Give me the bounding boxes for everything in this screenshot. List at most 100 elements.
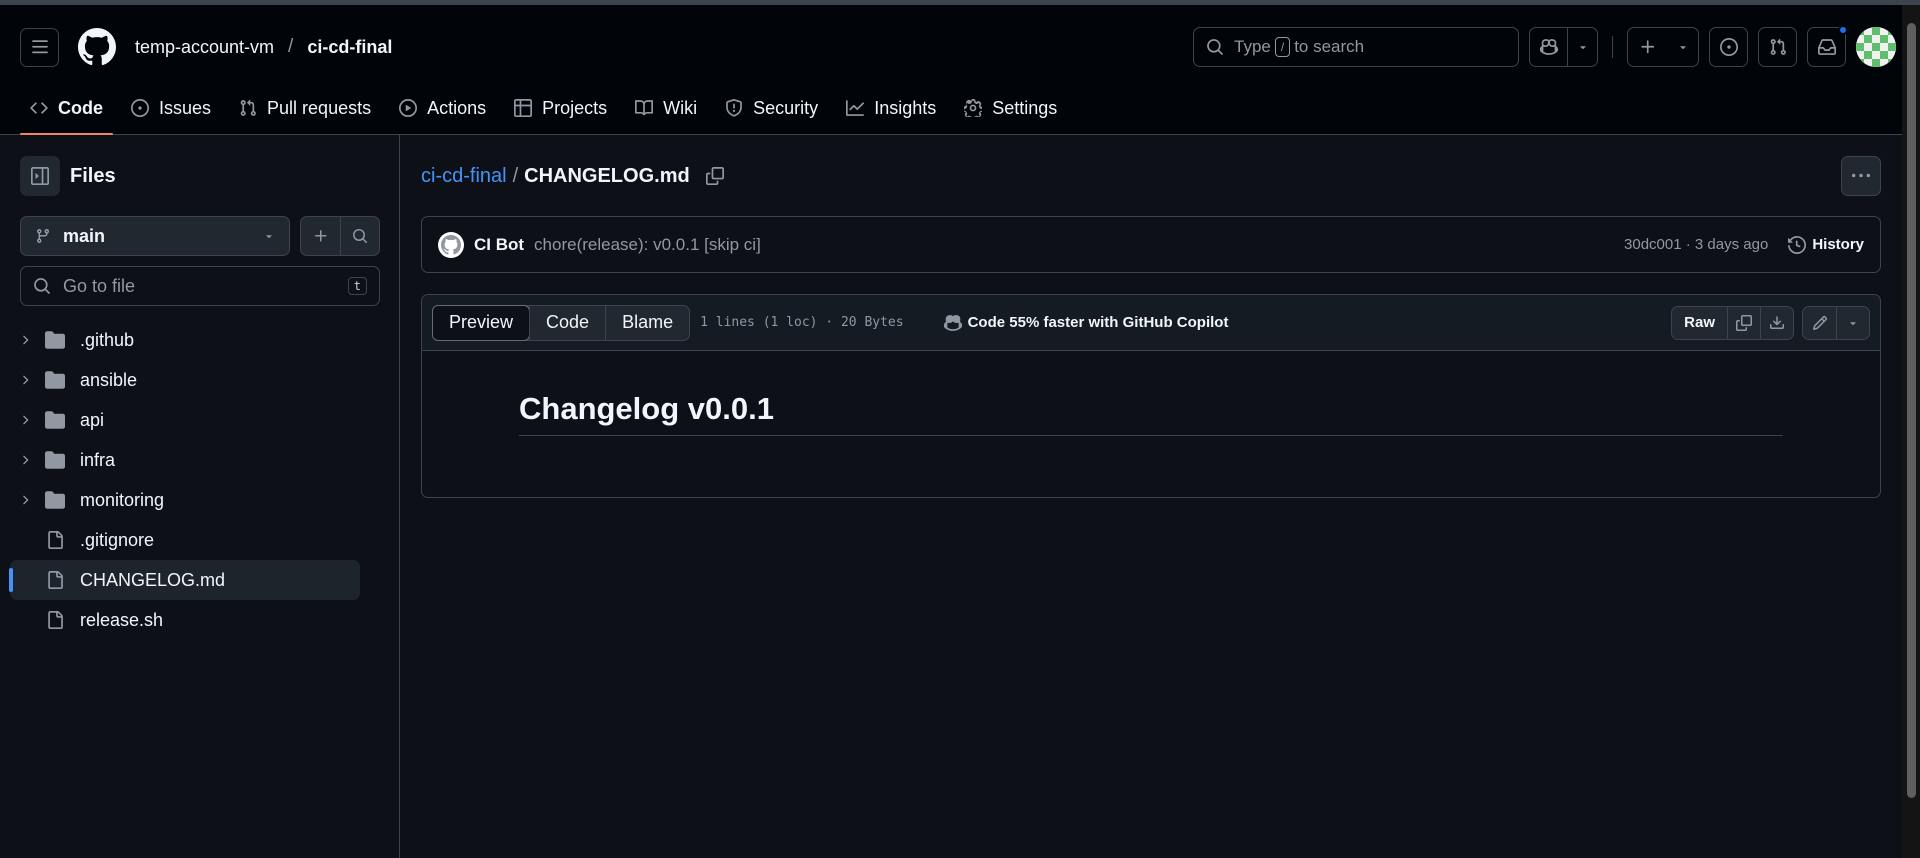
tree-item-api[interactable]: api (10, 400, 360, 440)
tree-item-ansible[interactable]: ansible (10, 360, 360, 400)
graph-icon (846, 100, 865, 116)
tab-actions[interactable]: Actions (389, 91, 496, 125)
copilot-promo-link[interactable]: Code 55% faster with GitHub Copilot (943, 314, 1229, 332)
tree-item-label: CHANGELOG.md (80, 569, 226, 590)
more-options-button[interactable] (1841, 156, 1881, 196)
tab-issues[interactable]: Issues (121, 91, 221, 125)
tab-settings[interactable]: Settings (954, 91, 1067, 125)
tab-projects[interactable]: Projects (504, 91, 617, 125)
path-repo-link[interactable]: ci-cd-final (421, 165, 507, 188)
git-pull-request-icon (1770, 38, 1786, 55)
chevron-right-icon[interactable] (10, 333, 40, 347)
chevron-right-icon[interactable] (10, 413, 40, 427)
tab-pull-requests-label: Pull requests (267, 97, 372, 118)
page-scrollbar[interactable] (1902, 5, 1920, 858)
breadcrumb-repo[interactable]: ci-cd-final (307, 37, 392, 58)
raw-button[interactable]: Raw (1672, 307, 1727, 339)
view-preview-button[interactable]: Preview (432, 304, 531, 341)
commit-author[interactable]: CI Bot (474, 235, 524, 255)
copy-raw-button[interactable] (1727, 306, 1760, 339)
notifications-button[interactable] (1807, 25, 1848, 67)
copy-icon (1736, 314, 1752, 331)
tab-insights-label: Insights (874, 97, 937, 118)
copilot-dropdown-button[interactable] (1567, 28, 1597, 66)
download-button[interactable] (1760, 306, 1793, 339)
tab-actions-label: Actions (427, 97, 487, 118)
git-branch-icon (36, 229, 49, 244)
issues-shortcut-button[interactable] (1709, 27, 1748, 67)
markdown-heading: Changelog v0.0.1 (519, 391, 1783, 436)
user-avatar[interactable] (1856, 27, 1896, 67)
edit-dropdown-button[interactable] (1836, 306, 1869, 339)
view-code-button[interactable]: Code (529, 305, 605, 340)
hamburger-menu-button[interactable] (20, 27, 59, 67)
markdown-body: Changelog v0.0.1 (422, 351, 1880, 436)
tree-item-label: ansible (80, 369, 138, 390)
commit-message[interactable]: chore(release): v0.0.1 [skip ci] (534, 235, 761, 255)
chevron-right-icon[interactable] (10, 373, 40, 387)
scrollbar-thumb[interactable] (1907, 23, 1916, 798)
tree-item-monitoring[interactable]: monitoring (10, 480, 360, 520)
tree-item-label: infra (80, 449, 116, 470)
tab-insights[interactable]: Insights (836, 91, 946, 125)
view-mode-switcher: Preview Code Blame (432, 304, 691, 341)
copilot-icon (1539, 39, 1558, 55)
edit-file-button[interactable] (1803, 307, 1836, 339)
history-label: History (1812, 236, 1864, 253)
github-logo-icon[interactable] (77, 27, 117, 67)
plus-icon (314, 230, 326, 242)
global-search-input[interactable]: Type / to search (1193, 27, 1519, 67)
tree-item-label: api (80, 409, 105, 430)
header-divider (1612, 36, 1613, 58)
create-dropdown[interactable] (1668, 28, 1698, 66)
search-icon (1207, 39, 1223, 55)
copilot-button[interactable] (1530, 28, 1567, 66)
file-toolbar: Preview Code Blame 1 lines (1 loc) · 20 … (422, 295, 1880, 351)
go-to-file-input[interactable]: Go to file t (20, 266, 380, 306)
tab-wiki[interactable]: Wiki (625, 91, 707, 125)
tree-item-label: .gitignore (80, 529, 155, 550)
triangle-down-icon (1680, 46, 1686, 50)
tree-item-label: .github (80, 329, 135, 350)
tree-item-infra[interactable]: infra (10, 440, 360, 480)
folder-icon (40, 450, 70, 470)
view-blame-button[interactable]: Blame (605, 305, 689, 340)
tab-security[interactable]: Security (715, 91, 828, 125)
create-new-button[interactable] (1627, 27, 1699, 67)
collapse-sidebar-button[interactable] (20, 156, 60, 196)
folder-icon (40, 330, 70, 350)
copilot-split-button[interactable] (1529, 27, 1598, 67)
branch-selector[interactable]: main (20, 216, 290, 256)
tab-wiki-label: Wiki (663, 97, 698, 118)
tree-item-release-sh[interactable]: release.sh (10, 600, 360, 640)
edit-actions-group (1802, 305, 1870, 340)
repo-nav: Code Issues Pull requests Actions Projec… (20, 91, 1075, 135)
tab-code[interactable]: Code (20, 91, 113, 135)
search-files-button[interactable] (340, 217, 379, 255)
tab-pull-requests[interactable]: Pull requests (229, 91, 381, 125)
chevron-right-icon[interactable] (10, 453, 40, 467)
tree-item-changelog[interactable]: CHANGELOG.md (9, 560, 360, 600)
copy-path-button[interactable] (705, 167, 724, 185)
gear-icon (964, 99, 983, 117)
commit-meta[interactable]: 30dc001 · 3 days ago (1624, 236, 1768, 253)
copilot-icon (943, 314, 962, 331)
file-content-box: Preview Code Blame 1 lines (1 loc) · 20 … (421, 294, 1881, 498)
copilot-promo-label: Code 55% faster with GitHub Copilot (967, 314, 1229, 331)
plus-icon (1641, 40, 1655, 54)
pull-requests-shortcut-button[interactable] (1758, 27, 1797, 67)
folder-icon (40, 490, 70, 510)
tree-item-github[interactable]: .github (10, 320, 360, 360)
chevron-right-icon[interactable] (10, 493, 40, 507)
tree-item-label: release.sh (80, 609, 164, 630)
file-icon (40, 571, 70, 589)
add-file-button[interactable] (301, 217, 340, 255)
breadcrumb-owner[interactable]: temp-account-vm (135, 37, 274, 58)
plus-button[interactable] (1628, 28, 1668, 66)
commit-author-avatar[interactable] (438, 231, 464, 258)
github-logo-icon (441, 234, 461, 255)
tree-item-gitignore[interactable]: .gitignore (10, 520, 360, 560)
history-button[interactable]: History (1788, 235, 1864, 254)
table-icon (514, 99, 533, 117)
tab-projects-label: Projects (542, 97, 608, 118)
